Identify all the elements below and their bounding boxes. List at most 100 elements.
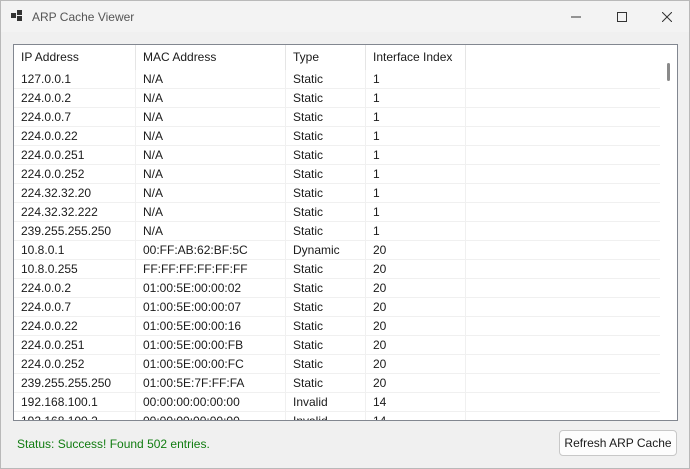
maximize-button[interactable] [599,1,645,32]
cell-mac-address: N/A [136,165,286,183]
cell-interface-index: 14 [366,412,466,420]
cell-filler [466,222,660,240]
table-row[interactable]: 192.168.100.1 00:00:00:00:00:00 Invalid 14 [14,393,660,412]
minimize-icon [571,16,581,17]
table-row[interactable]: 224.0.0.252 01:00:5E:00:00:FC Static 20 [14,355,660,374]
table-row[interactable]: 224.0.0.252 N/A Static 1 [14,165,660,184]
minimize-button[interactable] [553,1,599,32]
cell-filler [466,260,660,278]
cell-ip-address: 224.0.0.22 [14,127,136,145]
cell-type: Static [286,89,366,107]
cell-type: Static [286,355,366,373]
cell-filler [466,298,660,316]
cell-mac-address: N/A [136,127,286,145]
cell-ip-address: 224.0.0.251 [14,336,136,354]
cell-type: Static [286,203,366,221]
table-row[interactable]: 192.168.100.2 00:00:00:00:00:00 Invalid 14 [14,412,660,420]
cell-type: Static [286,70,366,88]
cell-filler [466,127,660,145]
cell-mac-address: N/A [136,89,286,107]
cell-filler [466,412,660,420]
cell-interface-index: 1 [366,184,466,202]
cell-mac-address: 01:00:5E:7F:FF:FA [136,374,286,392]
cell-filler [466,355,660,373]
cell-interface-index: 1 [366,222,466,240]
cell-filler [466,374,660,392]
table-row[interactable]: 224.0.0.251 N/A Static 1 [14,146,660,165]
table-row[interactable]: 224.32.32.222 N/A Static 1 [14,203,660,222]
column-header-type[interactable]: Type [286,45,366,70]
table-row[interactable]: 224.0.0.2 01:00:5E:00:00:02 Static 20 [14,279,660,298]
cell-ip-address: 239.255.255.250 [14,374,136,392]
cell-type: Static [286,146,366,164]
column-header-ip-address[interactable]: IP Address [14,45,136,70]
cell-type: Static [286,298,366,316]
table-row[interactable]: 224.0.0.251 01:00:5E:00:00:FB Static 20 [14,336,660,355]
cell-mac-address: 01:00:5E:00:00:FB [136,336,286,354]
cell-type: Static [286,336,366,354]
cell-ip-address: 224.0.0.251 [14,146,136,164]
refresh-arp-cache-button[interactable]: Refresh ARP Cache [559,430,677,456]
cell-interface-index: 20 [366,317,466,335]
arp-table[interactable]: IP Address MAC Address Type Interface In… [13,44,678,421]
table-row[interactable]: 224.32.32.20 N/A Static 1 [14,184,660,203]
cell-filler [466,184,660,202]
cell-interface-index: 20 [366,336,466,354]
cell-interface-index: 1 [366,89,466,107]
scrollbar-thumb[interactable] [667,63,670,81]
cell-ip-address: 224.0.0.252 [14,165,136,183]
table-row[interactable]: 224.0.0.22 N/A Static 1 [14,127,660,146]
table-row[interactable]: 224.0.0.22 01:00:5E:00:00:16 Static 20 [14,317,660,336]
cell-interface-index: 20 [366,374,466,392]
table-row[interactable]: 239.255.255.250 01:00:5E:7F:FF:FA Static 20 [14,374,660,393]
cell-mac-address: FF:FF:FF:FF:FF:FF [136,260,286,278]
cell-type: Invalid [286,393,366,411]
column-header-mac-address[interactable]: MAC Address [136,45,286,70]
title-bar: ARP Cache Viewer [1,1,689,32]
close-button[interactable] [644,1,690,32]
table-row[interactable]: 224.0.0.7 01:00:5E:00:00:07 Static 20 [14,298,660,317]
cell-interface-index: 20 [366,298,466,316]
cell-ip-address: 224.0.0.2 [14,279,136,297]
cell-mac-address: N/A [136,70,286,88]
cell-type: Invalid [286,412,366,420]
cell-type: Static [286,127,366,145]
cell-ip-address: 224.0.0.22 [14,317,136,335]
cell-ip-address: 10.8.0.1 [14,241,136,259]
cell-filler [466,146,660,164]
maximize-icon [617,11,627,22]
cell-filler [466,393,660,411]
table-row[interactable]: 224.0.0.7 N/A Static 1 [14,108,660,127]
table-row[interactable]: 224.0.0.2 N/A Static 1 [14,89,660,108]
cell-interface-index: 1 [366,108,466,126]
cell-filler [466,241,660,259]
cell-mac-address: 01:00:5E:00:00:16 [136,317,286,335]
cell-ip-address: 224.0.0.252 [14,355,136,373]
cell-filler [466,165,660,183]
cell-interface-index: 14 [366,393,466,411]
window-title: ARP Cache Viewer [32,10,135,24]
vertical-scrollbar[interactable] [660,45,677,420]
cell-interface-index: 1 [366,127,466,145]
cell-type: Static [286,222,366,240]
cell-mac-address: 00:FF:AB:62:BF:5C [136,241,286,259]
table-row[interactable]: 127.0.0.1 N/A Static 1 [14,70,660,89]
cell-ip-address: 224.32.32.222 [14,203,136,221]
cell-filler [466,89,660,107]
app-icon [11,10,23,22]
cell-type: Static [286,108,366,126]
cell-type: Static [286,279,366,297]
cell-ip-address: 127.0.0.1 [14,70,136,88]
close-icon [662,11,672,22]
table-header: IP Address MAC Address Type Interface In… [14,45,660,70]
table-row[interactable]: 10.8.0.1 00:FF:AB:62:BF:5C Dynamic 20 [14,241,660,260]
cell-mac-address: 01:00:5E:00:00:02 [136,279,286,297]
table-row[interactable]: 239.255.255.250 N/A Static 1 [14,222,660,241]
table-row[interactable]: 10.8.0.255 FF:FF:FF:FF:FF:FF Static 20 [14,260,660,279]
cell-mac-address: 00:00:00:00:00:00 [136,393,286,411]
cell-filler [466,70,660,88]
cell-ip-address: 224.0.0.7 [14,108,136,126]
column-header-interface-index[interactable]: Interface Index [366,45,466,70]
cell-mac-address: N/A [136,184,286,202]
cell-mac-address: N/A [136,146,286,164]
